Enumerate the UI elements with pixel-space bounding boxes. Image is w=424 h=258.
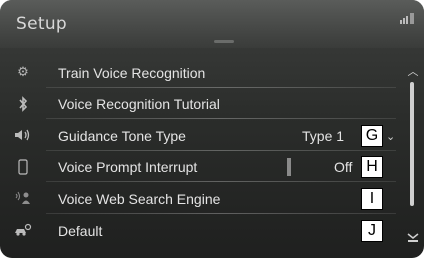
scroll-up-icon[interactable]: ︿ [406,66,420,78]
menu-item-guidance-tone-type[interactable]: Guidance Tone Type Type 1 ⌄ [0,121,396,151]
menu-item-label: Voice Web Search Engine [58,191,221,207]
row-divider [46,150,396,151]
guidance-tone-value: Type 1 [302,128,345,144]
callout-label-g: G [361,125,383,147]
menu-item-label: Voice Recognition Tutorial [58,96,220,112]
row-divider [46,87,396,88]
toggle-indicator [287,158,291,176]
scroll-down-icon[interactable] [406,232,420,244]
voice-prompt-interrupt-value: Off [334,159,353,175]
row-divider [46,181,396,182]
scrollbar[interactable] [410,82,414,206]
callout-label-j: J [361,220,383,242]
menu-item-voice-recognition-tutorial[interactable]: Voice Recognition Tutorial [0,89,396,119]
callout-label-i: I [361,188,383,210]
menu-item-voice-prompt-interrupt[interactable]: Voice Prompt Interrupt Off [0,152,396,182]
menu-item-voice-web-search-engine[interactable]: Voice Web Search Engine [0,184,396,214]
speaker-icon [14,128,32,144]
menu-item-default[interactable]: Default [0,216,396,246]
car-key-icon [14,223,32,239]
row-divider [46,213,396,214]
menu-item-label: Default [58,223,103,239]
chevron-down-icon: ⌄ [386,130,396,143]
menu-item-label: Train Voice Recognition [58,65,206,81]
callout-label-h: H [361,156,383,178]
header-bar: Setup [0,0,424,48]
bluetooth-icon [14,96,32,112]
menu-item-train-voice-recognition[interactable]: ⚙ Train Voice Recognition [0,58,396,88]
phone-icon [14,159,32,175]
gear-icon: ⚙ [17,65,29,80]
menu-item-label: Voice Prompt Interrupt [58,159,198,175]
signal-strength-icon [400,13,414,24]
menu-item-label: Guidance Tone Type [58,128,186,144]
page-title: Setup [16,14,67,34]
header-handle [214,40,234,43]
row-divider [46,118,396,119]
voice-icon [14,191,32,207]
